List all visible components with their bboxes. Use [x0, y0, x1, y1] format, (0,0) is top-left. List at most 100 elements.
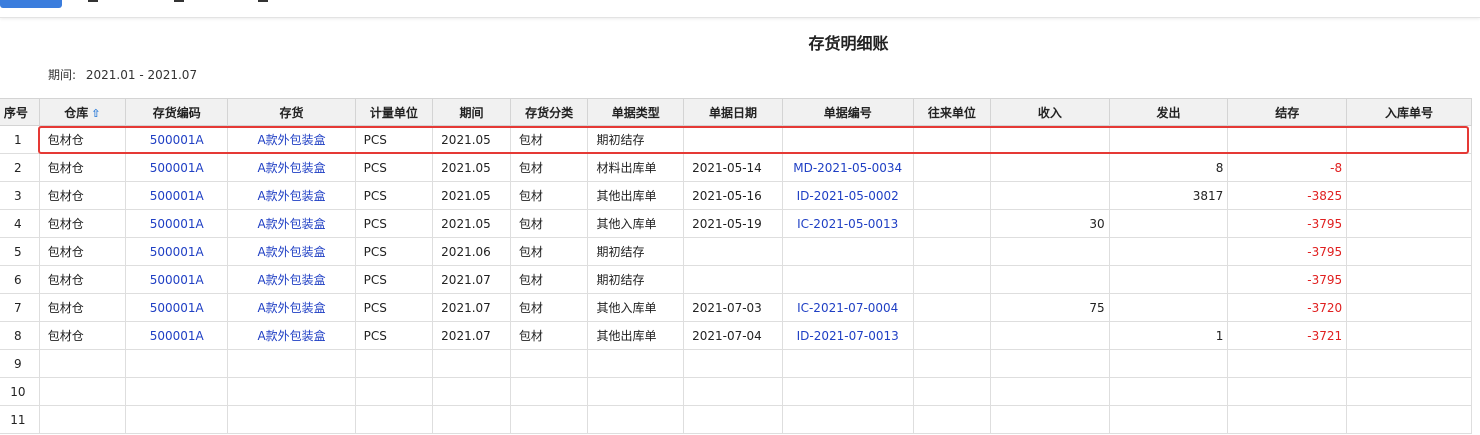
column-header-item-code[interactable]: 存货编码 [125, 98, 229, 126]
table-row[interactable]: 6 包材仓 500001A A款外包装盒 PCS 2021.07 包材 期初结存 -3795 [0, 265, 1472, 294]
cell-doc-type: 其他出库单 [587, 181, 685, 210]
cell-income [990, 153, 1110, 182]
cell-doc-no[interactable] [781, 405, 914, 434]
cell-item-name[interactable]: A款外包装盒 [227, 265, 356, 294]
cell-doc-type: 其他入库单 [587, 209, 685, 238]
cell-partner [912, 237, 992, 266]
column-header-item[interactable]: 存货 [227, 98, 356, 126]
cell-doc-date: 2021-05-16 [683, 181, 783, 210]
cell-income: 30 [990, 209, 1110, 238]
cell-doc-no[interactable]: IC-2021-07-0004 [781, 293, 914, 322]
cell-category: 包材 [509, 181, 589, 210]
cell-item-name[interactable]: A款外包装盒 [227, 181, 356, 210]
toolbar-tab-marker[interactable] [174, 0, 184, 2]
column-header-doc-type[interactable]: 单据类型 [587, 98, 685, 126]
column-header-income[interactable]: 收入 [990, 98, 1110, 126]
cell-category [509, 349, 589, 378]
cell-item-name[interactable] [227, 349, 356, 378]
cell-unit: PCS [354, 153, 434, 182]
table-row[interactable]: 2 包材仓 500001A A款外包装盒 PCS 2021.05 包材 材料出库单 2021-0… [0, 153, 1472, 182]
cell-item-code[interactable] [125, 405, 229, 434]
column-header-partner[interactable]: 往来单位 [912, 98, 992, 126]
cell-period: 2021.05 [432, 153, 511, 182]
column-header-doc-no[interactable]: 单据编号 [781, 98, 914, 126]
cell-doc-date: 2021-07-04 [683, 321, 783, 350]
column-header-balance[interactable]: 结存 [1227, 98, 1348, 126]
cell-receipt-no [1346, 181, 1472, 210]
cell-doc-no[interactable] [781, 349, 914, 378]
period-value: 2021.01 - 2021.07 [85, 68, 198, 82]
cell-item-code[interactable]: 500001A [125, 321, 229, 350]
sort-arrow-icon[interactable]: ⇧ [91, 107, 100, 120]
toolbar-tab-marker[interactable] [258, 0, 268, 2]
cell-item-name[interactable]: A款外包装盒 [227, 321, 356, 350]
cell-doc-no[interactable]: IC-2021-05-0013 [781, 209, 914, 238]
cell-item-code[interactable]: 500001A [125, 181, 229, 210]
column-header-category[interactable]: 存货分类 [509, 98, 589, 126]
cell-outgo: 1 [1108, 321, 1229, 350]
cell-income [990, 321, 1110, 350]
column-header-doc-date[interactable]: 单据日期 [683, 98, 783, 126]
cell-item-code[interactable]: 500001A [125, 209, 229, 238]
cell-warehouse: 包材仓 [38, 209, 127, 238]
cell-item-code[interactable]: 500001A [125, 265, 229, 294]
cell-period [432, 377, 511, 406]
cell-doc-no[interactable]: MD-2021-05-0034 [781, 153, 914, 182]
cell-unit [354, 405, 434, 434]
cell-doc-no[interactable]: ID-2021-07-0013 [781, 321, 914, 350]
cell-doc-no[interactable] [781, 125, 914, 154]
table-row[interactable]: 4 包材仓 500001A A款外包装盒 PCS 2021.05 包材 其他入库单 2021-0… [0, 209, 1472, 238]
cell-item-code[interactable] [125, 349, 229, 378]
table-row[interactable]: 11 [0, 405, 1472, 434]
cell-seq: 9 [0, 349, 40, 378]
cell-item-code[interactable]: 500001A [125, 293, 229, 322]
cell-item-name[interactable] [227, 405, 356, 434]
cell-partner [912, 405, 992, 434]
active-tab[interactable] [0, 0, 62, 8]
table-row[interactable]: 5 包材仓 500001A A款外包装盒 PCS 2021.06 包材 期初结存 -3795 [0, 237, 1472, 266]
period-label: 期间: [48, 68, 77, 82]
column-header-period[interactable]: 期间 [432, 98, 511, 126]
table-row[interactable]: 7 包材仓 500001A A款外包装盒 PCS 2021.07 包材 其他入库单 2021-0… [0, 293, 1472, 322]
column-header-receipt-no[interactable]: 入库单号 [1346, 98, 1472, 126]
table-row[interactable]: 8 包材仓 500001A A款外包装盒 PCS 2021.07 包材 其他出库单 2021-0… [0, 321, 1472, 350]
column-header-seq[interactable]: 序号 [0, 98, 40, 126]
cell-outgo [1108, 405, 1229, 434]
cell-doc-no[interactable] [781, 377, 914, 406]
cell-period: 2021.07 [432, 321, 511, 350]
table-row[interactable]: 1 包材仓 500001A A款外包装盒 PCS 2021.05 包材 期初结存 [0, 125, 1472, 154]
cell-doc-no[interactable] [781, 265, 914, 294]
column-header-outgo[interactable]: 发出 [1108, 98, 1229, 126]
cell-doc-date: 2021-07-03 [683, 293, 783, 322]
cell-item-name[interactable]: A款外包装盒 [227, 125, 356, 154]
cell-balance [1227, 349, 1348, 378]
cell-item-name[interactable]: A款外包装盒 [227, 293, 356, 322]
cell-warehouse: 包材仓 [38, 153, 127, 182]
cell-item-name[interactable] [227, 377, 356, 406]
cell-seq: 2 [0, 153, 40, 182]
cell-income [990, 349, 1110, 378]
cell-item-name[interactable]: A款外包装盒 [227, 209, 356, 238]
toolbar-tab-marker[interactable] [88, 0, 98, 2]
column-header-warehouse[interactable]: 仓库 ⇧ [38, 98, 127, 126]
cell-outgo [1108, 349, 1229, 378]
table-row[interactable]: 9 [0, 349, 1472, 378]
table-row[interactable]: 10 [0, 377, 1472, 406]
cell-doc-no[interactable]: ID-2021-05-0002 [781, 181, 914, 210]
cell-receipt-no [1346, 293, 1472, 322]
cell-doc-no[interactable] [781, 237, 914, 266]
cell-seq: 3 [0, 181, 40, 210]
cell-item-code[interactable] [125, 377, 229, 406]
cell-balance: -3720 [1227, 293, 1348, 322]
column-header-unit[interactable]: 计量单位 [354, 98, 434, 126]
table-row[interactable]: 3 包材仓 500001A A款外包装盒 PCS 2021.05 包材 其他出库单 2021-0… [0, 181, 1472, 210]
cell-warehouse: 包材仓 [38, 265, 127, 294]
cell-item-name[interactable]: A款外包装盒 [227, 153, 356, 182]
cell-item-code[interactable]: 500001A [125, 125, 229, 154]
cell-balance [1227, 125, 1348, 154]
inventory-ledger-table: 序号 仓库 ⇧ 存货编码 存货 计量单位 期间 存货分类 单据类型 单据日期 单据… [0, 98, 1472, 434]
cell-item-name[interactable]: A款外包装盒 [227, 237, 356, 266]
cell-receipt-no [1346, 321, 1472, 350]
cell-item-code[interactable]: 500001A [125, 153, 229, 182]
cell-item-code[interactable]: 500001A [125, 237, 229, 266]
